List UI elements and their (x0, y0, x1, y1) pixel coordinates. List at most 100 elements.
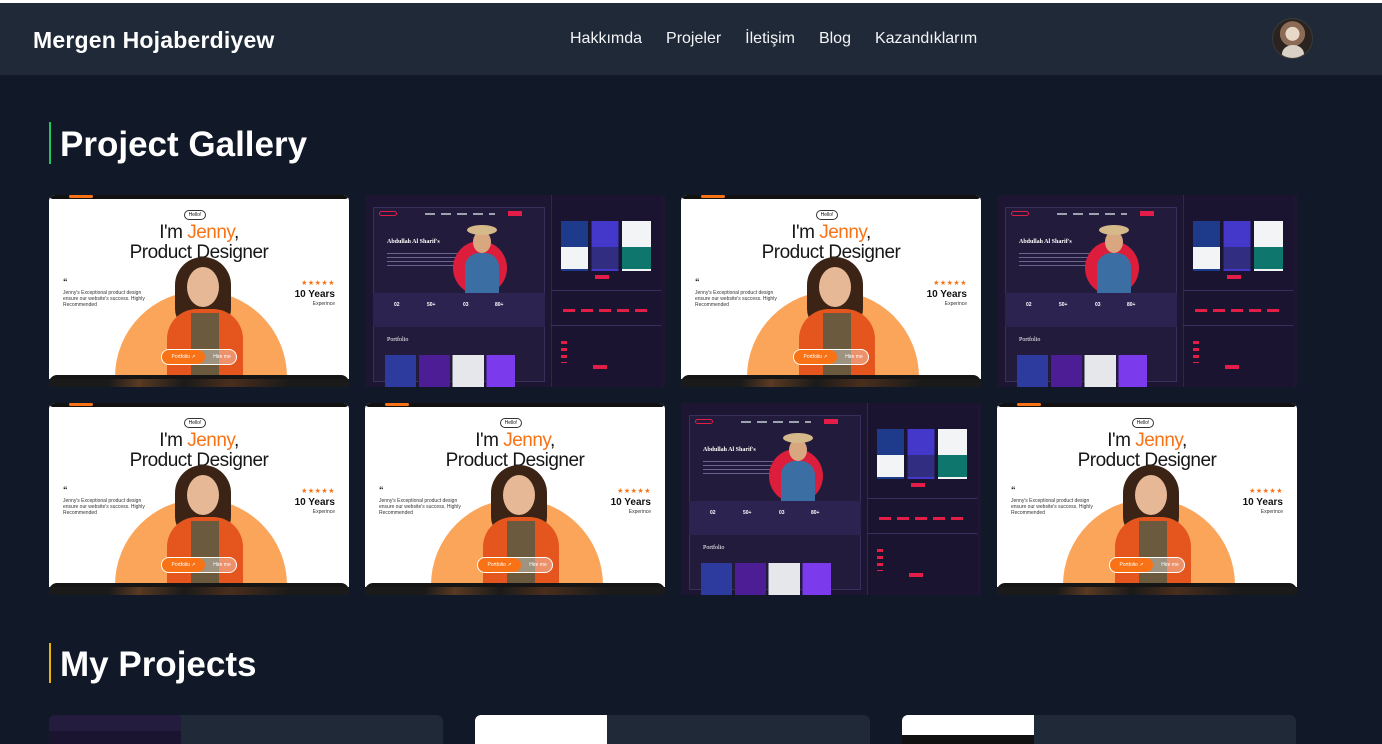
project-card[interactable] (475, 715, 870, 744)
mock-hire-button: Hire me (213, 354, 231, 360)
mock-side-button (911, 483, 925, 487)
mock-person (799, 257, 875, 387)
mock-text-lines (387, 253, 457, 267)
mock-side-tags (563, 309, 649, 312)
mock-divider (867, 533, 977, 534)
mock-hello-badge: Hello! (184, 418, 206, 428)
mock-stat: 02 (1026, 302, 1032, 308)
gallery-image[interactable]: Hello! I'm Jenny, Product Designer “ Jen… (365, 403, 665, 595)
gallery-image[interactable]: Abdullah Al Sharif's 02 50+ 03 80+ Portf… (997, 195, 1297, 387)
mock-person (1097, 225, 1131, 295)
project-thumbnail (475, 715, 607, 744)
mock-headline: I'm Jenny, (791, 222, 871, 243)
nav-link-kazandiklarim[interactable]: Kazandıklarım (875, 30, 977, 48)
mock-divider (1183, 290, 1293, 291)
mock-divider (551, 290, 661, 291)
mock-stat: 50+ (743, 510, 752, 516)
mock-hello-badge: Hello! (816, 210, 838, 220)
gallery-image[interactable]: Abdullah Al Sharif's 02 50+ 03 80+ Portf… (365, 195, 665, 387)
mock-stat: 02 (710, 510, 716, 516)
mock-stat: 80+ (811, 510, 820, 516)
mock-topbar (681, 195, 981, 199)
mock-hello-badge: Hello! (184, 210, 206, 220)
quote-icon: “ (63, 485, 68, 495)
mock-stat: 03 (463, 302, 469, 308)
mock-person (465, 225, 499, 295)
main-nav: Hakkımda Projeler İletişim Blog Kazandık… (570, 30, 1001, 48)
mock-experience: Experince (312, 301, 335, 307)
mock-portfolio-heading: Portfolio (1019, 337, 1041, 343)
mock-description: Jenny's Exceptional product design ensur… (695, 290, 777, 308)
mock-bottom-bar (997, 583, 1297, 595)
mock-bottom-bar (49, 583, 349, 595)
site-brand[interactable]: Mergen Hojaberdiyew (33, 27, 275, 54)
mock-contact-dots (877, 549, 883, 571)
mock-side-tags (1195, 309, 1281, 312)
gallery-image[interactable]: Hello! I'm Jenny, Product Designer “ Jen… (997, 403, 1297, 595)
gallery-image[interactable]: Hello! I'm Jenny, Product Designer “ Jen… (49, 195, 349, 387)
mock-side-button (1225, 365, 1239, 369)
mock-hire-button: Hire me (845, 354, 863, 360)
mock-nav-button (508, 211, 522, 216)
nav-link-hakkimda[interactable]: Hakkımda (570, 30, 642, 48)
mock-nav-links (425, 213, 495, 215)
mock-person (167, 465, 243, 595)
mock-logo (1011, 211, 1029, 216)
mock-portfolio-button: Portfolio ↗ (478, 558, 521, 572)
mock-topbar (365, 403, 665, 407)
projects-title: My Projects (49, 643, 256, 684)
mock-hire-button: Hire me (529, 562, 547, 568)
mock-portfolio-button: Portfolio ↗ (162, 350, 205, 364)
mock-side-button (1227, 275, 1241, 279)
gallery-image[interactable]: Hello! I'm Jenny, Product Designer “ Jen… (49, 403, 349, 595)
mock-stats-bar (689, 501, 861, 535)
mock-portfolio-cards (385, 355, 515, 387)
mock-divider (867, 498, 977, 499)
mock-nav-button (1140, 211, 1154, 216)
mock-side-button (909, 573, 923, 577)
mock-nav-links (1057, 213, 1127, 215)
mock-side-cards (561, 247, 651, 269)
quote-icon: “ (63, 277, 68, 287)
mock-logo (379, 211, 397, 216)
project-card[interactable] (902, 715, 1296, 744)
nav-link-iletisim[interactable]: İletişim (745, 30, 795, 48)
mock-headline: I'm Jenny, (475, 430, 555, 451)
nav-link-projeler[interactable]: Projeler (666, 30, 721, 48)
mock-text-lines (703, 461, 773, 475)
quote-icon: “ (695, 277, 700, 287)
mock-hello-badge: Hello! (1132, 418, 1154, 428)
project-thumbnail (49, 715, 181, 744)
mock-years: 10 Years (1242, 497, 1283, 508)
mock-description: Jenny's Exceptional product design ensur… (379, 498, 461, 516)
mock-logo (695, 419, 713, 424)
star-rating-icon: ★★★★★ (617, 488, 651, 495)
mock-bottom-bar (49, 375, 349, 387)
mock-name: Abdullah Al Sharif's (387, 239, 440, 245)
mock-bottom-bar (681, 375, 981, 387)
mock-years: 10 Years (610, 497, 651, 508)
nav-link-blog[interactable]: Blog (819, 30, 851, 48)
mock-years: 10 Years (294, 497, 335, 508)
profile-avatar[interactable] (1272, 18, 1313, 59)
mock-stat: 03 (779, 510, 785, 516)
star-rating-icon: ★★★★★ (1249, 488, 1283, 495)
mock-portfolio-heading: Portfolio (703, 545, 725, 551)
mock-experience: Experince (312, 509, 335, 515)
mock-stat: 02 (394, 302, 400, 308)
mock-hello-badge: Hello! (500, 418, 522, 428)
mock-nav-button (824, 419, 838, 424)
mock-hire-button: Hire me (213, 562, 231, 568)
mock-portfolio-button: Portfolio ↗ (1110, 558, 1153, 572)
mock-experience: Experince (628, 509, 651, 515)
mock-stat: 80+ (1127, 302, 1136, 308)
mock-person (1115, 465, 1191, 595)
mock-contact-dots (561, 341, 567, 363)
project-thumbnail (902, 715, 1034, 744)
mock-stat: 50+ (1059, 302, 1068, 308)
gallery-image[interactable]: Abdullah Al Sharif's 02 50+ 03 80+ Portf… (681, 403, 981, 595)
mock-hire-button: Hire me (1161, 562, 1179, 568)
gallery-image[interactable]: Hello! I'm Jenny, Product Designer “ Jen… (681, 195, 981, 387)
project-card[interactable] (49, 715, 443, 744)
mock-person (167, 257, 243, 387)
